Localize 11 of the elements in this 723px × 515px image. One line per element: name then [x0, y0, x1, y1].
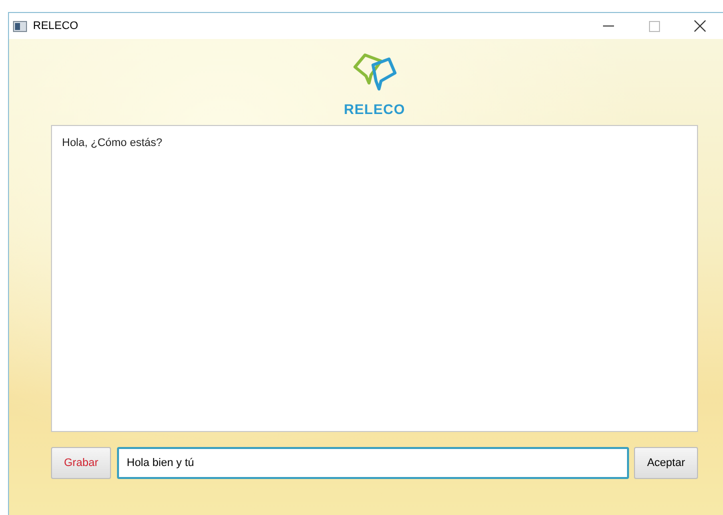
app-icon	[13, 20, 27, 32]
record-button[interactable]: Grabar	[51, 447, 112, 479]
logo-icon	[352, 51, 396, 93]
close-icon	[694, 20, 706, 32]
minimize-icon	[602, 25, 614, 27]
message-field[interactable]: Hola bien y tú	[116, 447, 629, 479]
maximize-icon	[648, 20, 660, 32]
accept-button[interactable]: Aceptar	[634, 447, 698, 479]
brand-name: RELECO	[344, 100, 406, 118]
window-title: RELECO	[33, 18, 78, 34]
conversation-text-area: Hola, ¿Cómo estás?	[51, 125, 698, 432]
